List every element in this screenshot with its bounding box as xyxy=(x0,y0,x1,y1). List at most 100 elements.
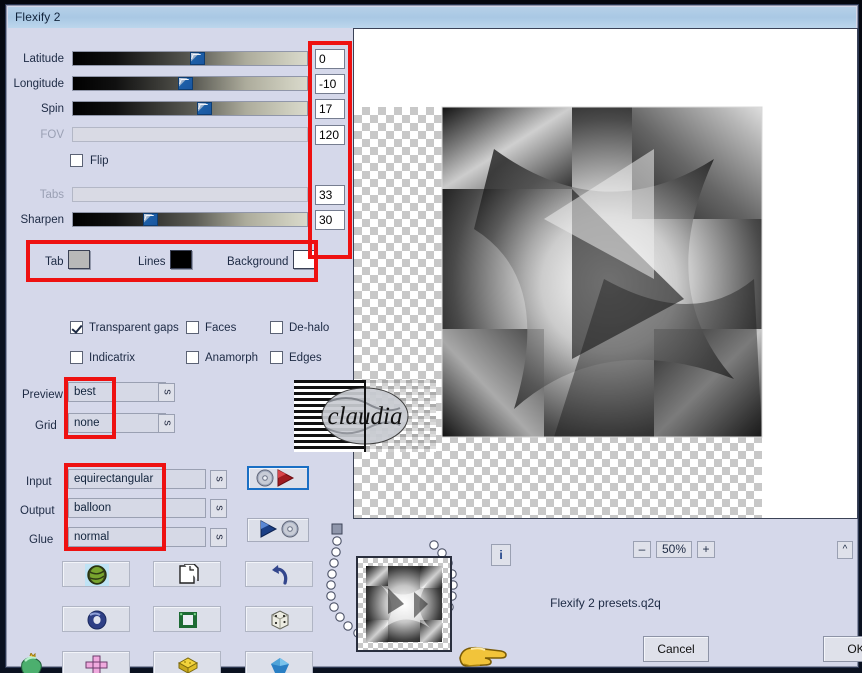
slider-tabs xyxy=(72,187,308,202)
grid-button-torus[interactable] xyxy=(62,606,130,632)
slider-spin[interactable] xyxy=(72,101,308,116)
value-latitude[interactable]: 0 xyxy=(315,49,345,69)
label-input-select: Input xyxy=(26,476,52,488)
save-preset-button[interactable] xyxy=(247,518,309,542)
green-bulb-icon[interactable] xyxy=(16,653,46,673)
label-edges: Edges xyxy=(289,352,322,364)
label-tab-color: Tab xyxy=(45,256,64,268)
checkbox-anamorph[interactable] xyxy=(186,351,199,364)
value-longitude[interactable]: -10 xyxy=(315,74,345,94)
label-transparent-gaps: Transparent gaps xyxy=(89,322,179,334)
label-anamorph: Anamorph xyxy=(205,352,259,364)
label-latitude: Latitude xyxy=(23,53,64,65)
grid-button-cross[interactable] xyxy=(62,651,130,673)
dice-icon xyxy=(271,610,289,630)
controls-panel: Latitude 0 Longitude -10 Spin 17 FOV 120… xyxy=(8,28,348,673)
pages-copy-icon xyxy=(179,564,199,584)
thumbnail-render xyxy=(366,566,442,642)
label-glue-select: Glue xyxy=(29,534,54,546)
swatch-lines-color[interactable] xyxy=(170,250,192,269)
watermark-divider xyxy=(364,380,366,452)
slider-sharpen[interactable] xyxy=(72,212,308,227)
label-flip: Flip xyxy=(90,155,109,167)
select-input[interactable]: equirectangular xyxy=(68,469,206,489)
value-fov[interactable]: 120 xyxy=(315,125,345,145)
label-lines-color: Lines xyxy=(138,256,166,268)
grid-button-pages-copy[interactable] xyxy=(153,561,221,587)
slider-latitude[interactable] xyxy=(72,51,308,66)
glue-s-button[interactable]: s xyxy=(210,528,227,547)
label-de-halo: De-halo xyxy=(289,322,330,334)
swatch-background-color[interactable] xyxy=(293,250,315,269)
select-output[interactable]: balloon xyxy=(68,498,206,518)
preview-s-button[interactable]: s xyxy=(158,383,175,402)
input-s-label: s xyxy=(213,476,226,482)
yellow-cube-icon xyxy=(177,657,199,673)
slider-fov xyxy=(72,127,308,142)
collapse-button[interactable]: ^ xyxy=(837,541,853,559)
label-background-color: Background xyxy=(227,256,289,268)
blue-torus-icon xyxy=(87,610,107,630)
window-client-area: Latitude 0 Longitude -10 Spin 17 FOV 120… xyxy=(8,28,862,673)
checkbox-faces[interactable] xyxy=(186,321,199,334)
label-preview-select: Preview xyxy=(22,389,63,401)
zoom-level-display[interactable]: 50% xyxy=(656,541,692,558)
grid-button-undo[interactable] xyxy=(245,561,313,587)
slider-sharpen-knob[interactable] xyxy=(143,213,159,226)
value-tabs[interactable]: 33 xyxy=(315,185,345,205)
slider-longitude[interactable] xyxy=(72,76,308,91)
select-grid[interactable]: none xyxy=(68,413,166,433)
slider-spin-knob[interactable] xyxy=(197,102,213,115)
input-s-button[interactable]: s xyxy=(210,470,227,489)
checkbox-edges[interactable] xyxy=(270,351,283,364)
grid-button-gem[interactable] xyxy=(245,651,313,673)
label-sharpen: Sharpen xyxy=(20,214,64,226)
label-spin: Spin xyxy=(40,103,64,115)
title-bar: Flexify 2 xyxy=(8,7,856,29)
select-preview[interactable]: best xyxy=(68,382,166,402)
globe-photo-icon xyxy=(85,564,109,586)
swatch-tab-color[interactable] xyxy=(68,250,90,269)
grid-s-button[interactable]: s xyxy=(158,414,175,433)
grid-button-cube[interactable] xyxy=(153,651,221,673)
watermark: claudia xyxy=(294,380,436,452)
slider-latitude-knob[interactable] xyxy=(190,52,205,65)
checkbox-flip[interactable] xyxy=(70,154,83,167)
cancel-button[interactable]: Cancel xyxy=(643,636,709,662)
blue-gem-icon xyxy=(271,658,289,673)
pink-cross-icon xyxy=(85,655,108,673)
blue-play-cd-icon xyxy=(260,520,299,538)
label-output-select: Output xyxy=(20,505,55,517)
slider-longitude-knob[interactable] xyxy=(178,77,194,90)
undo-arrow-icon xyxy=(272,565,288,585)
grid-button-dice[interactable] xyxy=(245,606,313,632)
value-sharpen[interactable]: 30 xyxy=(315,210,345,230)
label-faces: Faces xyxy=(205,322,237,334)
window-title: Flexify 2 xyxy=(15,10,61,24)
select-glue[interactable]: normal xyxy=(68,527,206,547)
label-tabs: Tabs xyxy=(39,189,64,201)
zoom-in-button[interactable]: + xyxy=(697,541,715,558)
thumbnail-preview[interactable] xyxy=(356,556,452,652)
screenshot-root: Flexify 2 Latitude 0 Longitude -10 Spin … xyxy=(0,0,862,673)
label-fov: FOV xyxy=(40,129,64,141)
checkbox-indicatrix[interactable] xyxy=(70,351,83,364)
checkbox-de-halo[interactable] xyxy=(270,321,283,334)
value-spin[interactable]: 17 xyxy=(315,99,345,119)
glue-s-label: s xyxy=(213,534,226,540)
output-s-label: s xyxy=(213,505,226,511)
output-s-button[interactable]: s xyxy=(210,499,227,518)
grid-button-square-frame[interactable] xyxy=(153,606,221,632)
checkbox-transparent-gaps[interactable] xyxy=(70,321,83,334)
flexify-window: Flexify 2 Latitude 0 Longitude -10 Spin … xyxy=(6,5,862,673)
info-button[interactable]: i xyxy=(491,544,511,566)
pointing-hand-cursor xyxy=(459,646,507,667)
green-square-frame-icon xyxy=(179,612,197,628)
preview-s-label: s xyxy=(161,389,174,395)
zoom-out-button[interactable]: – xyxy=(633,541,651,558)
grid-button-globe-photo[interactable] xyxy=(62,561,130,587)
label-grid-select: Grid xyxy=(35,420,57,432)
ok-button[interactable]: OK xyxy=(823,636,862,662)
load-preset-button[interactable] xyxy=(247,466,309,490)
cd-red-play-icon xyxy=(256,469,295,487)
